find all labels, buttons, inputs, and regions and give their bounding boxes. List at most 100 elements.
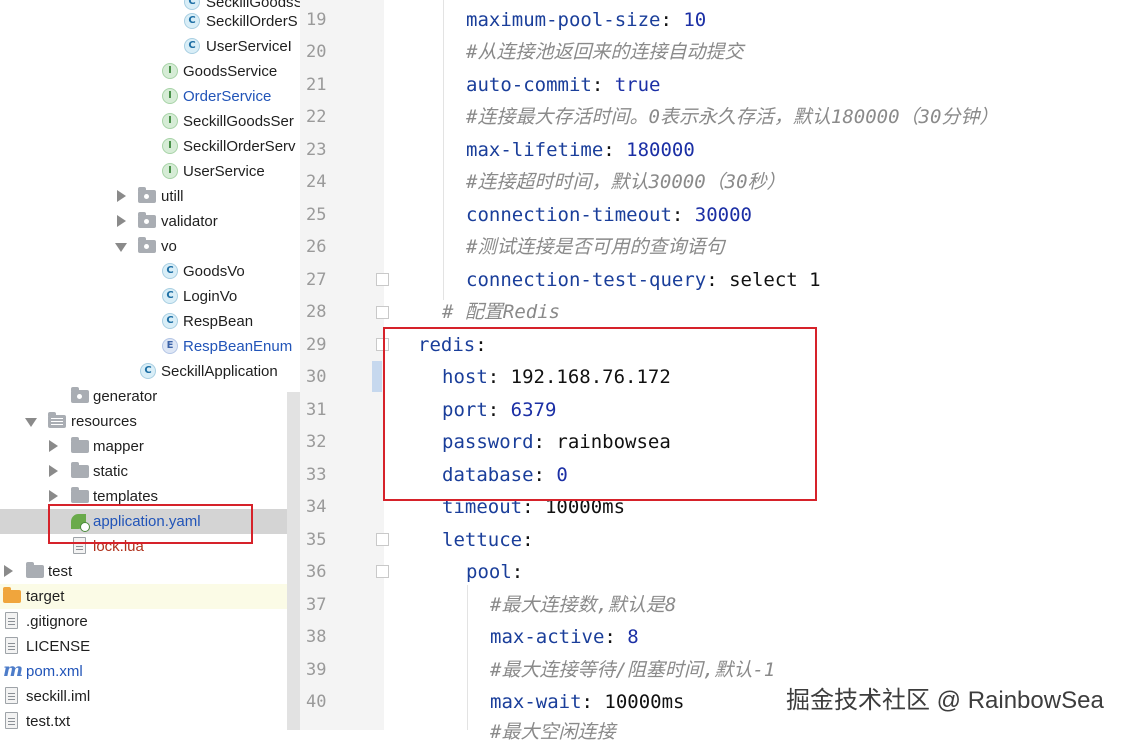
tree-item-label: UserService — [183, 163, 265, 180]
line-number: 22 — [306, 107, 327, 127]
tree-item[interactable]: I OrderService — [0, 84, 298, 109]
line-number: 30 — [306, 367, 327, 387]
yaml-comment: #最大连接等待/阻塞时间,默认-1 — [490, 659, 776, 681]
tree-item-label: RespBeanEnum — [183, 338, 293, 355]
tree-item[interactable]: m pom.xml — [0, 659, 298, 684]
yaml-value: select 1 — [729, 269, 821, 291]
line-number: 25 — [306, 205, 327, 225]
code-line[interactable]: connection-test-query: select 1 — [466, 268, 821, 292]
tree-item-label: vo — [161, 238, 177, 255]
package-icon — [138, 187, 156, 203]
tree-item-label: static — [93, 463, 129, 480]
fold-toggle-icon[interactable] — [376, 533, 389, 546]
tree-scrollbar[interactable] — [287, 392, 300, 730]
expand-arrow-icon[interactable] — [49, 490, 58, 502]
fold-end-icon[interactable] — [376, 306, 389, 319]
tree-item[interactable]: test — [0, 559, 298, 584]
tree-item[interactable]: LICENSE — [0, 634, 298, 659]
tree-item[interactable]: test.txt — [0, 709, 298, 730]
tree-item-label: utill — [161, 188, 184, 205]
current-line-marker — [372, 361, 382, 392]
tree-item[interactable]: generator — [0, 384, 298, 409]
code-line[interactable]: maximum-pool-size: 10 — [466, 8, 706, 32]
tree-item[interactable]: C GoodsVo — [0, 259, 298, 284]
class-icon: C — [184, 38, 200, 54]
tree-item-label: test — [48, 563, 73, 580]
tree-item[interactable]: validator — [0, 209, 298, 234]
code-line[interactable]: # 配置Redis — [442, 300, 560, 324]
tree-item[interactable]: seckill.iml — [0, 684, 298, 709]
line-number: 26 — [306, 237, 327, 257]
line-number: 35 — [306, 530, 327, 550]
tree-item[interactable]: .gitignore — [0, 609, 298, 634]
line-number: 24 — [306, 172, 327, 192]
interface-icon: I — [162, 63, 178, 79]
tree-item[interactable]: E RespBeanEnum — [0, 334, 298, 359]
tree-item[interactable]: I UserService — [0, 159, 298, 184]
yaml-value: 8 — [627, 626, 639, 648]
tree-item-label: generator — [93, 388, 158, 405]
expand-arrow-icon[interactable] — [49, 465, 58, 477]
tree-item[interactable]: C UserServiceI — [0, 34, 298, 59]
expand-arrow-icon[interactable] — [49, 440, 58, 452]
tree-item[interactable]: mapper — [0, 434, 298, 459]
fold-toggle-icon[interactable] — [376, 565, 389, 578]
code-line[interactable]: auto-commit: true — [466, 73, 661, 97]
tree-item[interactable]: utill — [0, 184, 298, 209]
code-line[interactable]: #测试连接是否可用的查询语句 — [466, 235, 724, 259]
code-line[interactable]: #最大连接数,默认是8 — [490, 593, 676, 617]
tree-item[interactable]: C SeckillOrderS — [0, 9, 298, 34]
tree-item[interactable]: C LoginVo — [0, 284, 298, 309]
code-line[interactable]: lettuce: — [442, 528, 534, 552]
code-line[interactable]: #连接超时时间，默认30000（30秒） — [466, 170, 786, 194]
tree-item[interactable]: C RespBean — [0, 309, 298, 334]
code-line[interactable]: #最大连接等待/阻塞时间,默认-1 — [490, 658, 775, 682]
collapse-arrow-icon[interactable] — [25, 418, 37, 427]
code-line[interactable]: max-wait: 10000ms — [490, 690, 684, 714]
code-line[interactable]: connection-timeout: 30000 — [466, 203, 752, 227]
interface-icon: I — [162, 163, 178, 179]
code-line[interactable]: #连接最大存活时间。0表示永久存活，默认180000（30分钟） — [466, 105, 998, 129]
tree-item[interactable]: I SeckillGoodsSer — [0, 109, 298, 134]
folder-icon — [26, 562, 44, 578]
yaml-key: max-lifetime — [466, 139, 604, 161]
tree-item[interactable]: static — [0, 459, 298, 484]
line-number: 33 — [306, 465, 327, 485]
tree-item[interactable]: target — [0, 584, 298, 609]
expand-arrow-icon[interactable] — [4, 565, 13, 577]
tree-item-label: SeckillGoodsSer — [183, 113, 294, 130]
expand-arrow-icon[interactable] — [117, 215, 126, 227]
enum-icon: E — [162, 338, 178, 354]
line-number: 36 — [306, 562, 327, 582]
tree-item-label: SeckillOrderServ — [183, 138, 296, 155]
expand-arrow-icon[interactable] — [117, 190, 126, 202]
tree-item-label: RespBean — [183, 313, 254, 330]
tree-item[interactable]: vo — [0, 234, 298, 259]
yaml-comment: #最大连接数,默认是8 — [490, 594, 677, 616]
collapse-arrow-icon[interactable] — [115, 243, 127, 252]
line-number: 20 — [306, 42, 327, 62]
indent-guide — [467, 585, 468, 730]
tree-item[interactable]: I GoodsService — [0, 59, 298, 84]
class-icon: C — [162, 313, 178, 329]
file-icon — [5, 687, 18, 704]
yaml-value: 30000 — [694, 204, 752, 226]
tree-item-label: resources — [71, 413, 137, 430]
highlight-box — [48, 504, 253, 544]
yaml-key: maximum-pool-size — [466, 9, 661, 31]
tree-item[interactable]: resources — [0, 409, 298, 434]
yaml-comment: #连接超时时间，默认30000（30秒） — [466, 171, 786, 193]
code-line[interactable]: max-lifetime: 180000 — [466, 138, 695, 162]
class-icon: C — [162, 263, 178, 279]
line-number: 32 — [306, 432, 327, 452]
code-line[interactable]: pool: — [466, 560, 523, 584]
code-line[interactable]: #最大空闲连接 — [490, 720, 615, 744]
yaml-key: max-wait — [490, 691, 582, 713]
tree-item[interactable]: I SeckillOrderServ — [0, 134, 298, 159]
tree-item-label: GoodsVo — [183, 263, 245, 280]
interface-icon: I — [162, 113, 178, 129]
fold-end-icon[interactable] — [376, 273, 389, 286]
code-line[interactable]: max-active: 8 — [490, 625, 639, 649]
tree-item[interactable]: C SeckillApplication — [0, 359, 298, 384]
code-line[interactable]: #从连接池返回来的连接自动提交 — [466, 40, 743, 64]
